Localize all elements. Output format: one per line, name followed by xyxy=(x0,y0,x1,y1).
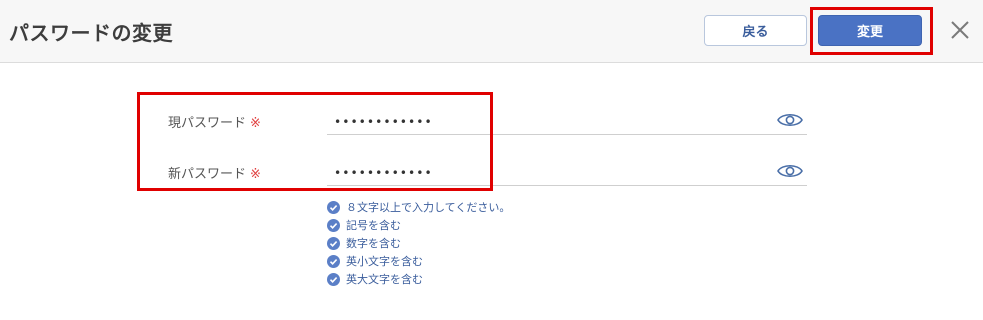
rule-text: 記号を含む xyxy=(346,219,401,232)
check-circle-icon xyxy=(327,254,340,268)
rule-item: 数字を含む xyxy=(327,234,510,252)
check-circle-icon xyxy=(327,272,340,286)
rule-item: 英小文字を含む xyxy=(327,252,510,270)
form-highlight xyxy=(137,92,493,191)
rule-text: 英大文字を含む xyxy=(346,273,423,286)
check-circle-icon xyxy=(327,200,340,214)
check-circle-icon xyxy=(327,218,340,232)
rule-item: 英大文字を含む xyxy=(327,270,510,288)
rule-text: 英小文字を含む xyxy=(346,255,423,268)
check-circle-icon xyxy=(327,236,340,250)
change-button-highlight xyxy=(810,7,933,55)
eye-icon[interactable] xyxy=(777,111,803,129)
page-title: パスワードの変更 xyxy=(9,21,173,45)
close-icon[interactable] xyxy=(948,18,972,42)
rule-item: ８文字以上で入力してください。 xyxy=(327,198,510,216)
rule-item: 記号を含む xyxy=(327,216,510,234)
password-rules-list: ８文字以上で入力してください。 記号を含む 数字を含む 英小文字を含む 英大文字… xyxy=(327,198,510,288)
rule-text: ８文字以上で入力してください。 xyxy=(346,201,511,214)
rule-text: 数字を含む xyxy=(346,237,401,250)
eye-icon[interactable] xyxy=(777,162,803,180)
back-button[interactable]: 戻る xyxy=(704,15,807,46)
